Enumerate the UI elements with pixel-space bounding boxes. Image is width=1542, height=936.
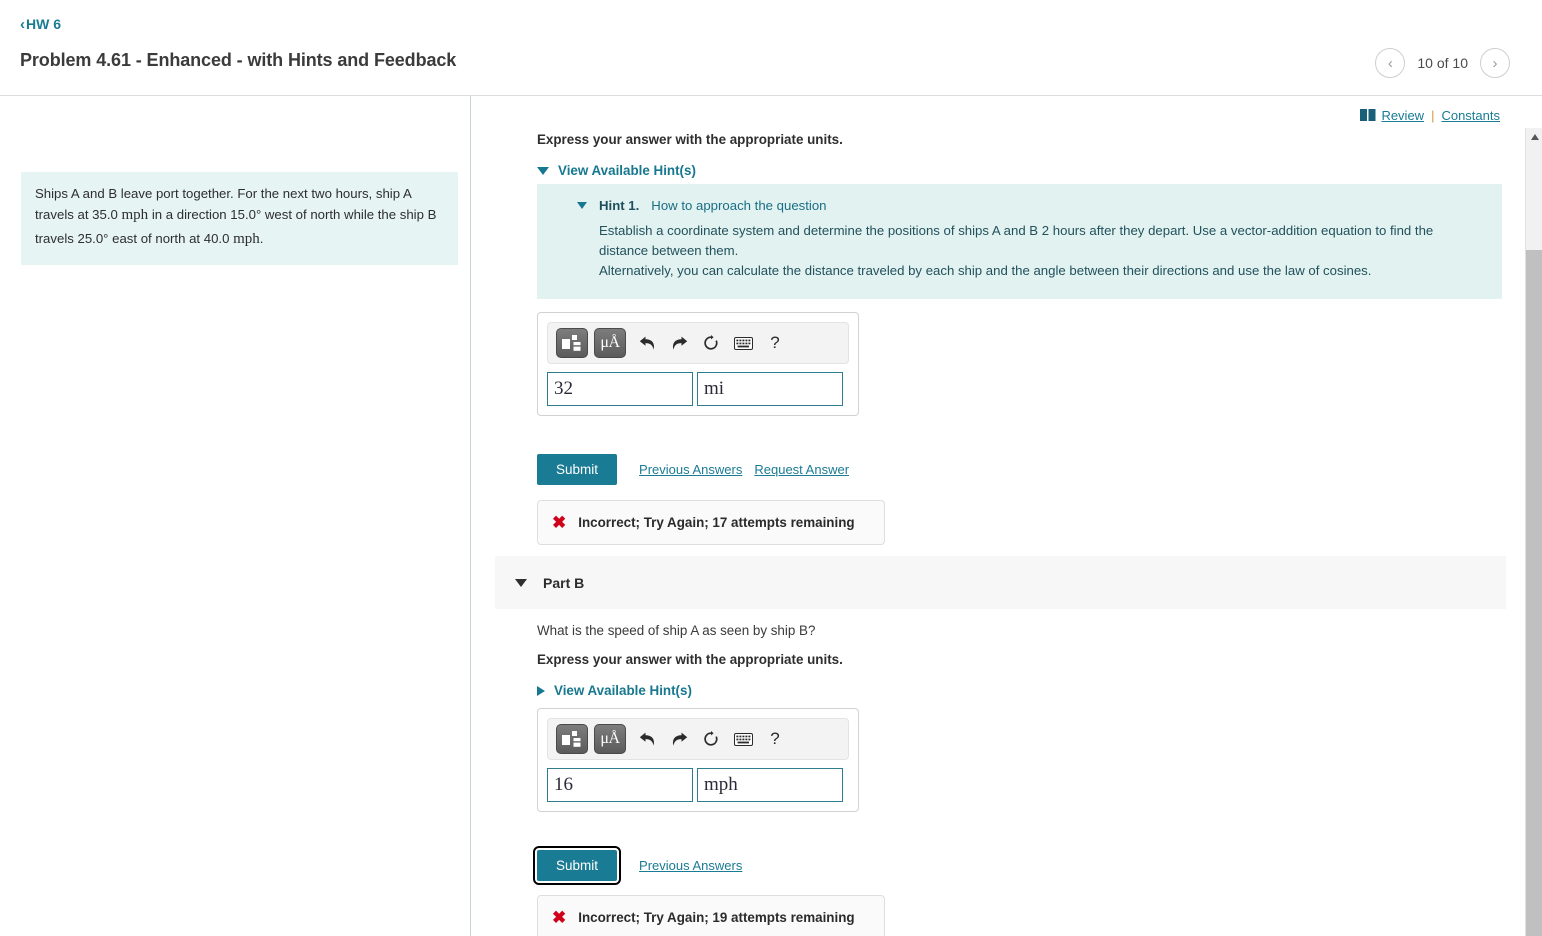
symbols-label: μÅ bbox=[600, 334, 620, 351]
part-b-submit-button[interactable]: Submit bbox=[532, 846, 622, 885]
error-x-icon: ✖ bbox=[552, 908, 567, 927]
problem-statement-pane: Ships A and B leave port together. For t… bbox=[0, 96, 470, 936]
hint-1-paragraph-2: Alternatively, you can calculate the dis… bbox=[599, 263, 1372, 279]
template-icon[interactable] bbox=[556, 328, 588, 358]
part-b-feedback: ✖ Incorrect; Try Again; 19 attempts rema… bbox=[537, 895, 885, 936]
breadcrumb[interactable]: ‹ HW 6 bbox=[20, 16, 61, 32]
previous-problem-button[interactable]: ‹ bbox=[1375, 48, 1406, 78]
part-a-hint-toggle[interactable]: View Available Hint(s) bbox=[537, 163, 843, 178]
redo-icon[interactable] bbox=[664, 328, 694, 358]
part-b-value-input[interactable] bbox=[547, 768, 693, 802]
links-separator: | bbox=[1431, 108, 1435, 123]
part-b-section: What is the speed of ship A as seen by s… bbox=[537, 623, 843, 698]
symbols-icon[interactable]: μÅ bbox=[594, 328, 626, 358]
part-a-request-answer-link[interactable]: Request Answer bbox=[754, 462, 849, 477]
part-a-submit-row: Submit Previous Answers Request Answer bbox=[537, 454, 849, 485]
keyboard-icon[interactable] bbox=[728, 724, 758, 754]
part-a-feedback: ✖ Incorrect; Try Again; 17 attempts rema… bbox=[537, 500, 885, 545]
part-a-inputs bbox=[547, 372, 849, 406]
hint-1-subtitle: How to approach the question bbox=[651, 198, 827, 213]
unit-mph-1: mph bbox=[121, 207, 149, 224]
scrollbar-thumb[interactable] bbox=[1526, 250, 1542, 936]
hint-1-paragraph-1: Establish a coordinate system and determ… bbox=[599, 223, 1434, 259]
part-b-hint-toggle[interactable]: View Available Hint(s) bbox=[537, 683, 843, 698]
part-a-hint-link-label: View Available Hint(s) bbox=[558, 163, 696, 178]
breadcrumb-label: HW 6 bbox=[26, 16, 61, 32]
part-a-submit-button[interactable]: Submit bbox=[537, 454, 618, 485]
part-b-previous-answers-link[interactable]: Previous Answers bbox=[639, 858, 742, 873]
arrow-up-icon bbox=[1530, 134, 1539, 140]
template-icon[interactable] bbox=[556, 724, 588, 754]
constants-link[interactable]: Constants bbox=[1441, 108, 1500, 123]
part-b-question: What is the speed of ship A as seen by s… bbox=[537, 623, 816, 638]
part-a-hint-box: Hint 1. How to approach the question Est… bbox=[537, 184, 1502, 300]
review-constants-bar: Review | Constants bbox=[1360, 108, 1500, 123]
undo-icon[interactable] bbox=[632, 724, 662, 754]
part-b-hint-link-label: View Available Hint(s) bbox=[554, 683, 692, 698]
statement-line-1: Ships A and B leave port together. For t… bbox=[35, 186, 412, 201]
part-b-inputs bbox=[547, 768, 849, 802]
answer-pane: Review | Constants Express your answer w… bbox=[471, 96, 1520, 936]
help-icon[interactable]: ? bbox=[760, 328, 790, 358]
part-a-units-input[interactable] bbox=[697, 372, 843, 406]
reset-icon[interactable] bbox=[696, 328, 726, 358]
part-a-express-units: Express your answer with the appropriate… bbox=[537, 132, 843, 147]
part-a-toolbar: μÅ ? bbox=[547, 322, 849, 364]
chevron-right-icon bbox=[537, 685, 545, 696]
part-a-section: Express your answer with the appropriate… bbox=[537, 132, 843, 178]
statement-line-3-post: . bbox=[259, 230, 264, 246]
redo-icon[interactable] bbox=[664, 724, 694, 754]
part-b-answer-card: μÅ ? 16 mph bbox=[537, 708, 859, 812]
part-b-band[interactable]: Part B bbox=[495, 556, 1506, 609]
part-b-toolbar: μÅ ? bbox=[547, 718, 849, 760]
pager-label: 10 of 10 bbox=[1417, 55, 1468, 71]
page-title: Problem 4.61 - Enhanced - with Hints and… bbox=[20, 50, 457, 70]
chevron-left-icon: ‹ bbox=[1387, 54, 1393, 72]
chevron-down-icon bbox=[537, 166, 549, 175]
symbols-icon[interactable]: μÅ bbox=[594, 724, 626, 754]
problem-statement: Ships A and B leave port together. For t… bbox=[21, 172, 458, 265]
next-problem-button[interactable]: › bbox=[1480, 48, 1510, 78]
part-a-previous-answers-link[interactable]: Previous Answers bbox=[639, 462, 742, 477]
hint-1-header[interactable]: Hint 1. How to approach the question bbox=[577, 198, 1484, 213]
part-b-feedback-text: Incorrect; Try Again; 19 attempts remain… bbox=[578, 910, 855, 925]
part-b-label: Part B bbox=[543, 574, 585, 591]
error-x-icon: ✖ bbox=[552, 513, 567, 532]
hint-1-label: Hint 1. bbox=[599, 198, 640, 213]
help-icon[interactable]: ? bbox=[760, 724, 790, 754]
problem-page: ‹ HW 6 Problem 4.61 - Enhanced - with Hi… bbox=[0, 0, 1542, 936]
chevron-down-icon bbox=[577, 202, 587, 209]
statement-line-3-pre: travels 25.0° east of north at 40.0 bbox=[35, 230, 234, 246]
part-b-units-input[interactable] bbox=[697, 768, 843, 802]
part-a-answer-card: μÅ ? 32 mi bbox=[537, 312, 859, 416]
part-b-submit-row: Submit Previous Answers bbox=[532, 846, 742, 885]
back-chevron-icon: ‹ bbox=[20, 15, 25, 33]
reset-icon[interactable] bbox=[696, 724, 726, 754]
vertical-scrollbar[interactable] bbox=[1525, 128, 1542, 936]
part-a-feedback-text: Incorrect; Try Again; 17 attempts remain… bbox=[578, 515, 855, 530]
unit-mph-2: mph bbox=[233, 230, 260, 247]
chevron-right-icon: › bbox=[1492, 54, 1498, 72]
keyboard-icon[interactable] bbox=[728, 328, 758, 358]
problem-pager: ‹ 10 of 10 › bbox=[1375, 48, 1510, 78]
part-a-value-input[interactable] bbox=[547, 372, 693, 406]
review-link[interactable]: Review bbox=[1381, 108, 1424, 123]
scroll-up-button[interactable] bbox=[1526, 130, 1542, 144]
help-glyph: ? bbox=[770, 729, 780, 748]
part-b-express-units: Express your answer with the appropriate… bbox=[537, 652, 843, 667]
undo-icon[interactable] bbox=[632, 328, 662, 358]
statement-line-2-post: in a direction 15.0° west of north while… bbox=[148, 207, 437, 223]
book-icon bbox=[1360, 108, 1376, 123]
statement-line-2-pre: travels at 35.0 bbox=[35, 207, 122, 223]
symbols-label: μÅ bbox=[600, 730, 620, 747]
chevron-down-icon bbox=[515, 578, 527, 587]
page-header: ‹ HW 6 Problem 4.61 - Enhanced - with Hi… bbox=[0, 0, 1542, 96]
help-glyph: ? bbox=[770, 333, 780, 352]
